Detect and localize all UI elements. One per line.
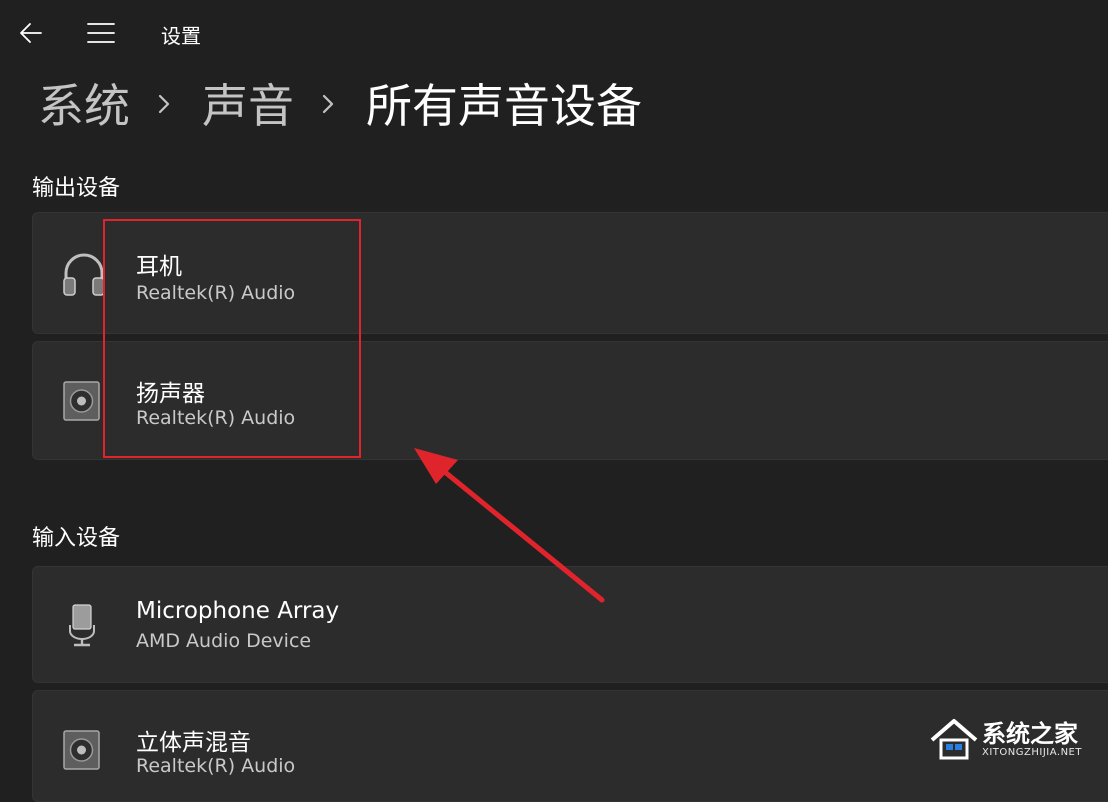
hamburger-icon xyxy=(87,23,115,43)
page-title: 所有声音设备 xyxy=(366,79,642,133)
breadcrumb: 系统 声音 所有声音设备 xyxy=(38,72,642,134)
watermark-name: 系统之家 xyxy=(982,720,1078,748)
device-name: 耳机 xyxy=(136,254,182,280)
device-card-headphones[interactable]: 耳机 Realtek(R) Audio xyxy=(32,212,1108,334)
breadcrumb-item-sound[interactable]: 声音 xyxy=(202,70,294,136)
device-name: 扬声器 xyxy=(136,381,205,407)
breadcrumb-item-system[interactable]: 系统 xyxy=(38,70,130,136)
device-name: Microphone Array xyxy=(136,598,340,624)
watermark-url: XITONGZHIJIA.NET xyxy=(982,747,1082,758)
back-arrow-icon xyxy=(20,23,42,43)
house-logo-icon xyxy=(930,719,978,760)
navigation-menu-button[interactable] xyxy=(86,20,116,46)
headphones-icon xyxy=(63,253,105,296)
breadcrumb-separator xyxy=(294,80,366,126)
app-title: 设置 xyxy=(161,24,201,48)
speaker-icon xyxy=(63,381,100,421)
chevron-right-icon xyxy=(322,94,334,114)
device-name: 立体声混音 xyxy=(136,730,251,756)
breadcrumb-separator xyxy=(130,80,202,126)
device-card-speaker[interactable]: 扬声器 Realtek(R) Audio xyxy=(32,341,1108,460)
input-devices-heading: 输入设备 xyxy=(32,526,121,551)
watermark: 系统之家 XITONGZHIJIA.NET xyxy=(930,712,1108,765)
device-subtitle: Realtek(R) Audio xyxy=(136,755,296,777)
device-subtitle: Realtek(R) Audio xyxy=(136,282,296,304)
back-button[interactable] xyxy=(18,20,44,46)
output-devices-heading: 输出设备 xyxy=(32,176,121,201)
device-subtitle: Realtek(R) Audio xyxy=(136,407,296,429)
device-subtitle: AMD Audio Device xyxy=(136,630,312,652)
title-bar: 设置 xyxy=(0,0,1108,64)
device-card-microphone-array[interactable]: Microphone Array AMD Audio Device xyxy=(32,566,1108,683)
microphone-icon xyxy=(69,604,95,647)
chevron-right-icon xyxy=(158,94,170,114)
